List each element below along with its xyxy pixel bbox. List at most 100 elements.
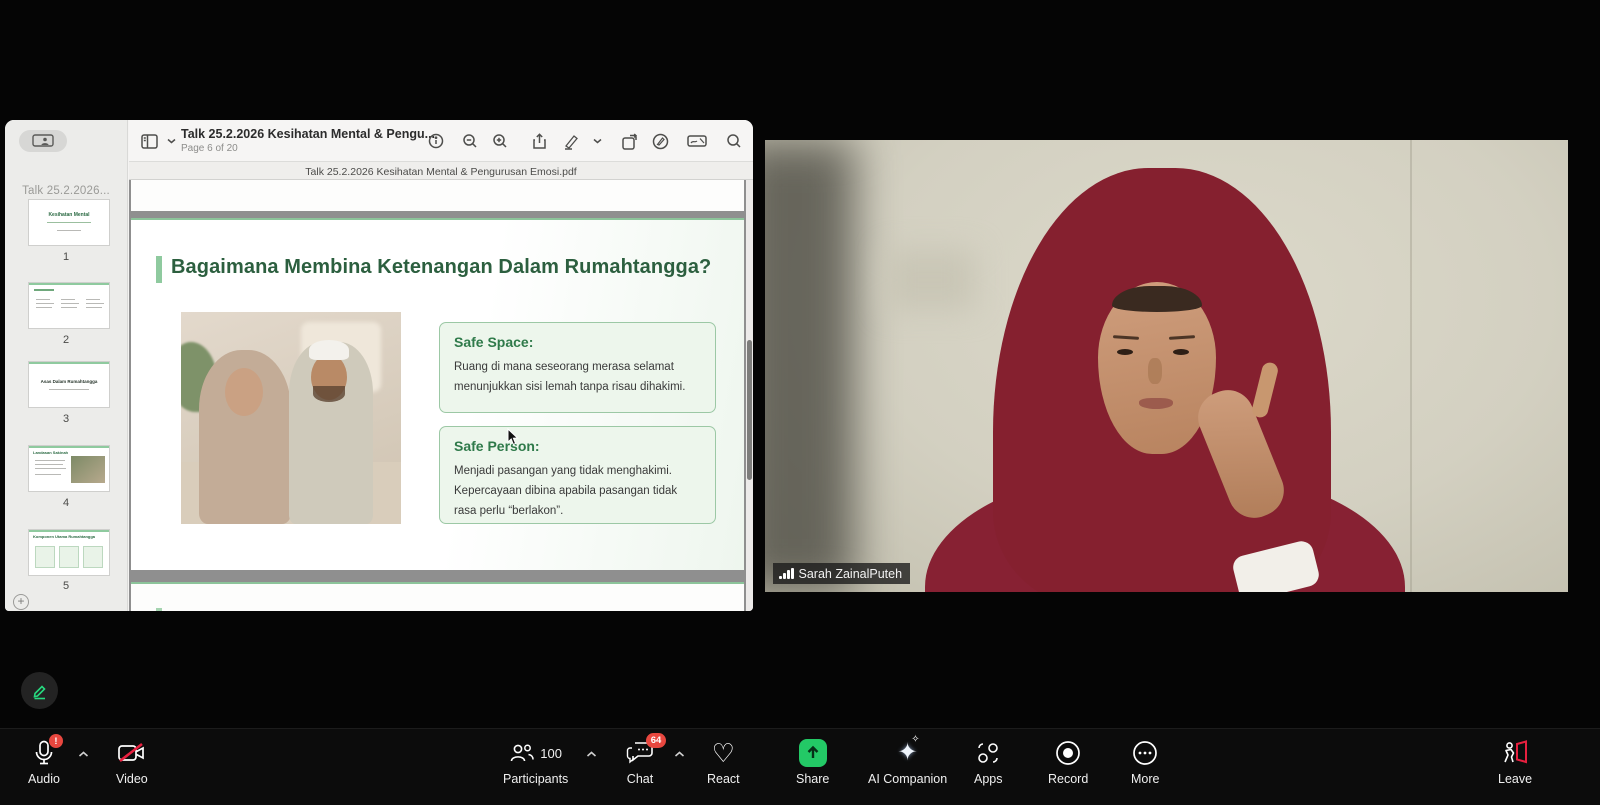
zoom-in-button[interactable]	[490, 131, 510, 151]
add-page-button[interactable]: +	[13, 594, 29, 610]
audio-options-caret[interactable]	[78, 751, 89, 758]
safe-person-body: Menjadi pasangan yang tidak menghakimi. …	[454, 461, 701, 521]
search-button[interactable]	[724, 131, 744, 151]
pdf-scrollbar-thumb[interactable]	[747, 340, 752, 480]
pdf-toolbar: Talk 25.2.2026 Kesihatan Mental & Pengu.…	[129, 120, 753, 161]
thumbnail-number: 4	[5, 497, 127, 509]
heart-icon: ♡	[712, 740, 735, 766]
speaker-eye	[1117, 349, 1133, 355]
more-button[interactable]: More	[1131, 737, 1159, 786]
sidebar-chevron-icon[interactable]	[161, 131, 181, 151]
slide-thumbnail-2[interactable]	[29, 283, 109, 328]
share-button[interactable]: Share	[796, 737, 829, 786]
zoom-in-icon	[492, 133, 508, 149]
pdf-filename: Talk 25.2.2026 Kesihatan Mental & Pengur…	[305, 166, 576, 178]
participants-button[interactable]: 100 Participants	[503, 737, 568, 786]
slide-thumbnail-1[interactable]: Kesihatan Mental	[29, 200, 109, 245]
record-label: Record	[1048, 772, 1088, 786]
thumbnail-number: 1	[5, 251, 127, 263]
audio-level-icon	[779, 568, 794, 579]
meeting-control-bar: ! Audio Video	[0, 728, 1600, 805]
audio-label: Audio	[28, 772, 60, 786]
pdf-scrollbar[interactable]	[746, 180, 753, 611]
current-slide-page: Bagaimana Membina Ketenangan Dalam Rumah…	[131, 218, 744, 570]
sidebar-icon	[141, 134, 158, 149]
shared-screen-pdf-window: Talk 25.2.2026... Kesihatan Mental 1	[5, 120, 753, 611]
search-icon	[726, 133, 742, 149]
pdf-document-canvas[interactable]: Bagaimana Membina Ketenangan Dalam Rumah…	[129, 180, 746, 611]
slide-thumbnail-5[interactable]: Komponen Utama Rumahtangga	[29, 530, 109, 575]
sidebar-toggle-button[interactable]	[139, 131, 159, 151]
zoom-meeting-window: Talk 25.2.2026... Kesihatan Mental 1	[0, 0, 1600, 805]
highlight-chevron-icon[interactable]	[587, 131, 607, 151]
slide-thumbnail-3[interactable]: Asas Dalam Rumahtangga	[29, 362, 109, 407]
beard	[313, 386, 345, 402]
sign-button[interactable]	[650, 131, 670, 151]
video-background-smudge	[885, 250, 975, 310]
chat-options-caret[interactable]	[674, 751, 685, 758]
record-icon	[1055, 740, 1081, 766]
signature-icon	[652, 133, 669, 150]
share-screen-icon	[799, 739, 827, 767]
more-icon	[1132, 740, 1158, 766]
safe-person-heading: Safe Person:	[454, 438, 701, 454]
apps-button[interactable]: Apps	[974, 737, 1003, 786]
audio-button[interactable]: ! Audio	[28, 737, 60, 786]
slide-title: Bagaimana Membina Ketenangan Dalam Rumah…	[171, 256, 711, 279]
leave-button[interactable]: Leave	[1498, 737, 1532, 786]
safe-space-heading: Safe Space:	[454, 334, 701, 350]
react-label: React	[707, 772, 740, 786]
annotate-button[interactable]	[21, 672, 58, 709]
next-page-fragment	[131, 582, 744, 611]
next-slide-accent-bar	[156, 608, 162, 611]
video-button[interactable]: Video	[116, 737, 148, 786]
highlight-button[interactable]	[561, 131, 581, 151]
video-label: Video	[116, 772, 148, 786]
participant-name-tag: Sarah ZainalPuteh	[773, 563, 910, 584]
participants-options-caret[interactable]	[586, 751, 597, 758]
thumbnail-number: 2	[5, 334, 127, 346]
safe-person-box: Safe Person: Menjadi pasangan yang tidak…	[439, 426, 716, 524]
couple-photo	[181, 312, 401, 524]
info-icon	[428, 133, 444, 149]
record-button[interactable]: Record	[1048, 737, 1088, 786]
pdf-main-pane: Talk 25.2.2026 Kesihatan Mental & Pengu.…	[129, 120, 753, 611]
screen-person-icon	[32, 134, 54, 148]
speaker-video-tile[interactable]: Sarah ZainalPuteh	[765, 140, 1568, 592]
screen-share-indicator-button[interactable]	[19, 130, 67, 152]
info-button[interactable]	[426, 131, 446, 151]
thumbnail-number: 3	[5, 413, 127, 425]
slide-thumbnail-4[interactable]: Landasan Sakinah	[29, 446, 109, 491]
pdf-thumbnail-sidebar: Talk 25.2.2026... Kesihatan Mental 1	[5, 120, 128, 611]
slide-title-accent-bar	[156, 256, 162, 283]
video-background-shadow	[765, 140, 855, 592]
safe-space-body: Ruang di mana seseorang merasa selamat m…	[454, 357, 701, 397]
safe-space-box: Safe Space: Ruang di mana seseorang mera…	[439, 322, 716, 413]
react-button[interactable]: ♡ React	[707, 737, 740, 786]
previous-page-fragment	[131, 180, 744, 211]
speaker-eye	[1173, 349, 1189, 355]
video-background-line	[1410, 140, 1412, 592]
speaker-nose	[1148, 358, 1162, 384]
participants-icon	[509, 741, 535, 765]
thumbnail-number: 5	[5, 580, 127, 592]
pdf-document-title: Talk 25.2.2026 Kesihatan Mental & Pengu.…	[181, 127, 435, 141]
chat-button[interactable]: 64 Chat	[626, 737, 654, 786]
rotate-button[interactable]	[619, 131, 639, 151]
sparkle-small-icon: ✧	[911, 734, 919, 745]
sidebar-document-label: Talk 25.2.2026...	[5, 185, 127, 197]
pdf-filename-tab[interactable]: Talk 25.2.2026 Kesihatan Mental & Pengur…	[129, 161, 753, 180]
mouse-cursor	[507, 428, 519, 446]
speaker-hairline	[1112, 286, 1202, 312]
leave-label: Leave	[1498, 772, 1532, 786]
participant-name: Sarah ZainalPuteh	[799, 567, 903, 581]
markup-fields-button[interactable]	[687, 131, 707, 151]
share-export-button[interactable]	[529, 131, 549, 151]
share-export-icon	[532, 133, 547, 150]
ai-companion-button[interactable]: ✦ ✧ AI Companion	[868, 737, 947, 786]
chat-label: Chat	[627, 772, 653, 786]
zoom-out-icon	[462, 133, 478, 149]
participants-count: 100	[540, 746, 562, 761]
markup-fields-icon	[687, 134, 707, 148]
zoom-out-button[interactable]	[460, 131, 480, 151]
